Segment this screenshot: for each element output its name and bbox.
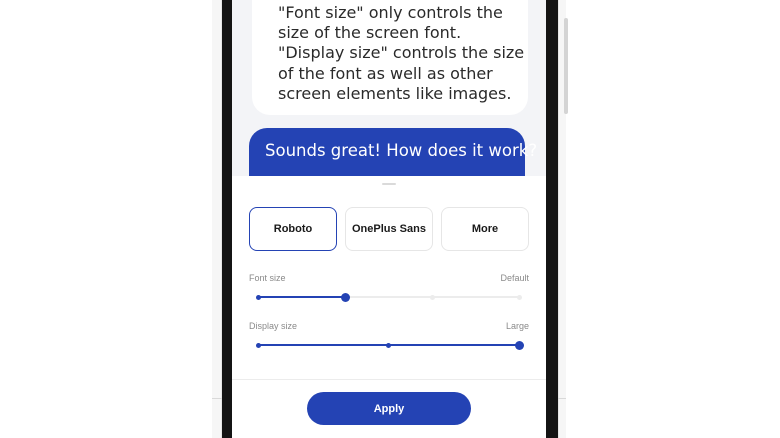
display-size-slider-step[interactable] [255, 342, 261, 348]
sheet-drag-handle[interactable] [382, 183, 396, 185]
display-size-slider-step[interactable] [386, 342, 391, 348]
font-size-slider-thumb[interactable] [340, 292, 350, 302]
display-size-value: Large [505, 321, 529, 331]
device-side-button [564, 18, 568, 114]
background-device-edge-left [212, 0, 222, 438]
font-size-slider-track-active [258, 296, 345, 298]
font-option-oneplus-sans[interactable]: OnePlus Sans [345, 207, 433, 251]
background-line-right [558, 398, 566, 399]
font-option-more[interactable]: More [441, 207, 529, 251]
font-size-value: Default [500, 273, 529, 283]
incoming-message-text: "Font size" only controls the size of th… [278, 3, 525, 103]
font-option-roboto[interactable]: Roboto [249, 207, 337, 251]
phone-screen: "Font size" only controls the size of th… [232, 0, 546, 438]
font-settings-sheet: Roboto OnePlus Sans More Font size Defau… [232, 176, 546, 438]
font-size-label: Font size [249, 273, 286, 283]
apply-button[interactable]: Apply [307, 392, 471, 425]
background-line-left [212, 398, 222, 399]
display-size-slider-thumb[interactable] [514, 340, 524, 350]
font-size-slider-step[interactable] [516, 294, 522, 300]
display-size-label: Display size [249, 321, 298, 331]
outgoing-message-text: Sounds great! How does it work? [265, 141, 538, 160]
font-size-slider-step[interactable] [255, 294, 261, 300]
sheet-divider [232, 379, 546, 380]
font-size-slider-step[interactable] [429, 294, 435, 300]
